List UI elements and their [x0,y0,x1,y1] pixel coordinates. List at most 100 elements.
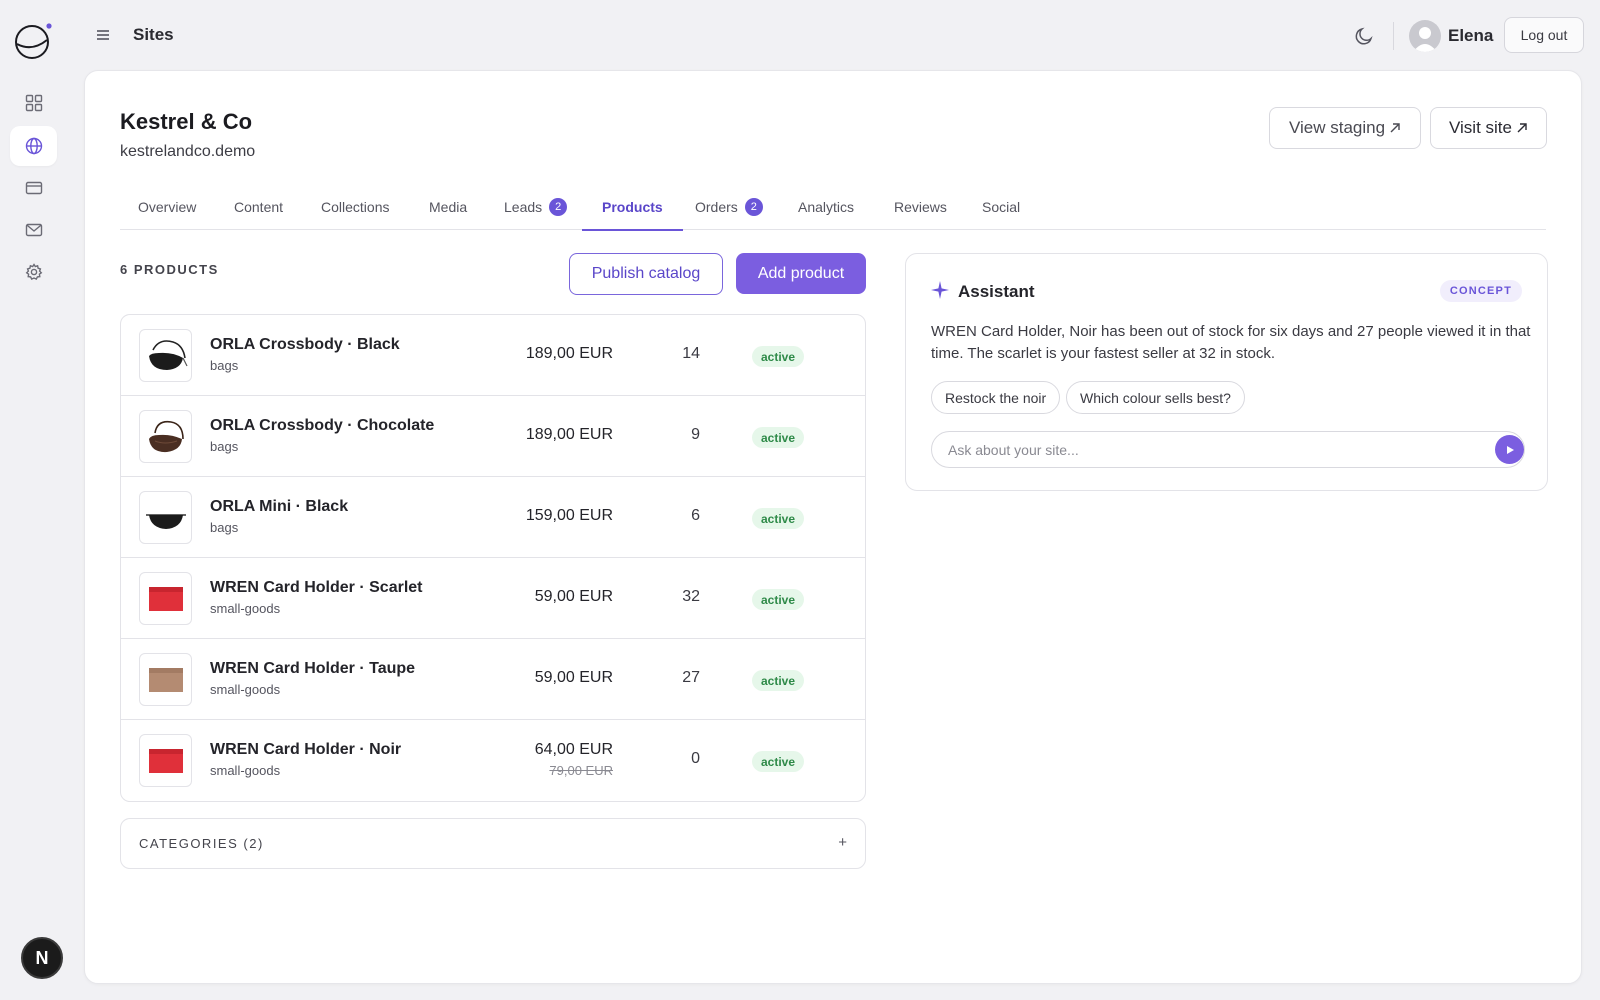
product-category: small-goods [210,763,281,778]
workspace-avatar[interactable]: N [21,937,63,979]
product-stock: 14 [682,345,700,362]
concept-badge: CONCEPT [1439,280,1522,302]
tab-collections[interactable]: Collections [319,183,391,230]
product-thumbnail [139,491,192,544]
site-tabs: Overview Content Collections Media Leads… [120,183,1546,231]
taupe-card-holder-icon [148,667,183,692]
product-category: small-goods [210,601,281,616]
user-avatar[interactable] [1409,20,1441,52]
products-table: ORLA Crossbody · Black bags 189,00 EUR 1… [120,314,866,802]
categories-accordion[interactable]: CATEGORIES (2) + [120,818,866,869]
view-staging-button[interactable]: View staging [1269,107,1421,149]
rail-dashboard-button[interactable] [10,83,57,123]
product-stock: 27 [682,669,700,686]
status-badge: active [752,670,805,691]
rail-settings-button[interactable] [10,252,57,292]
product-stock: 9 [691,426,700,443]
tab-products[interactable]: Products [582,183,683,231]
product-name: ORLA Crossbody · Black [210,336,400,353]
product-name: ORLA Mini · Black [210,498,349,515]
table-row[interactable]: WREN Card Holder · Noir small-goods 64,0… [121,720,865,801]
table-row[interactable]: ORLA Mini · Black bags 159,00 EUR 6 acti… [121,477,865,558]
add-product-button[interactable]: Add product [736,253,866,294]
product-thumbnail [139,734,192,787]
rail-mail-button[interactable] [10,210,57,250]
app-logo-icon[interactable] [14,22,54,62]
menu-icon[interactable] [92,24,114,46]
product-category: bags [210,358,239,373]
table-row[interactable]: WREN Card Holder · Scarlet small-goods 5… [121,558,865,639]
status-badge: active [752,508,805,529]
site-domain: kestrelandco.demo [120,143,256,160]
status-badge: active [752,346,805,367]
tab-social[interactable]: Social [980,183,1022,230]
publish-catalog-button[interactable]: Publish catalog [569,253,723,295]
page-title: Sites [133,25,174,44]
moon-icon[interactable] [1352,24,1376,48]
tab-overview[interactable]: Overview [136,183,198,230]
tab-label: Overview [138,198,197,215]
site-card: Kestrel & Co kestrelandco.demo View stag… [84,70,1582,984]
status-badge: active [752,427,805,448]
product-name: ORLA Crossbody · Chocolate [210,417,435,434]
table-row[interactable]: ORLA Crossbody · Black bags 189,00 EUR 1… [121,315,865,396]
send-icon [1506,445,1514,454]
tab-label: Media [429,198,468,215]
assistant-input[interactable] [931,431,1525,468]
product-price: 159,00 EUR [525,507,613,524]
rail-sites-button[interactable] [10,126,57,166]
red-card-holder-icon [148,748,183,773]
product-old-price: 79,00 EUR [549,763,613,778]
sparkle-icon [931,281,949,299]
assistant-message: WREN Card Holder, Noir has been out of s… [931,323,1531,362]
product-category: bags [210,520,239,535]
tab-orders[interactable]: Orders 2 [693,183,765,230]
table-row[interactable]: WREN Card Holder · Taupe small-goods 59,… [121,639,865,720]
product-thumbnail [139,410,192,463]
logout-button[interactable]: Log out [1504,17,1584,53]
product-stock: 0 [691,750,700,767]
gear-icon [25,263,42,281]
black-bag-icon [148,339,188,370]
tab-label: Leads [504,198,543,215]
product-category: bags [210,439,239,454]
product-price: 189,00 EUR [525,345,613,362]
send-button[interactable] [1495,435,1524,464]
suggestion-chip-colour[interactable]: Which colour sells best? [1066,381,1245,414]
leads-count-badge: 2 [549,197,568,216]
tab-analytics[interactable]: Analytics [796,183,856,230]
assistant-title: Assistant [958,282,1035,301]
product-price: 64,00 EUR [534,741,613,758]
product-category: small-goods [210,682,281,697]
tab-leads[interactable]: Leads 2 [502,183,569,230]
grid-icon [25,94,42,112]
tab-media[interactable]: Media [427,183,469,230]
rail-billing-button[interactable] [10,168,57,208]
product-price: 59,00 EUR [534,588,613,605]
mail-icon [25,223,42,237]
assistant-panel: Assistant CONCEPT WREN Card Holder, Noir… [905,253,1548,491]
products-count: 6 PRODUCTS [120,262,219,277]
status-badge: active [752,589,805,610]
table-row[interactable]: ORLA Crossbody · Chocolate bags 189,00 E… [121,396,865,477]
product-name: WREN Card Holder · Noir [210,741,402,758]
tab-label: Analytics [798,198,855,215]
visit-site-button[interactable]: Visit site [1430,107,1547,149]
product-thumbnail [139,653,192,706]
external-link-icon [1517,123,1527,133]
view-staging-label: View staging [1288,118,1386,137]
expand-icon[interactable]: + [838,834,847,851]
card-icon [25,181,42,195]
categories-label: CATEGORIES (2) [139,836,264,851]
suggestion-chip-restock[interactable]: Restock the noir [931,381,1061,414]
external-link-icon [1390,123,1400,133]
tab-reviews[interactable]: Reviews [892,183,949,230]
visit-site-label: Visit site [1449,118,1512,137]
tab-label: Social [982,198,1021,215]
tab-content[interactable]: Content [232,183,285,230]
top-bar: Sites Elena Log out [66,0,1600,70]
product-stock: 6 [691,507,700,524]
site-name: Kestrel & Co [120,109,253,134]
black-mini-bag-icon [145,513,186,529]
tab-label: Content [234,198,284,215]
